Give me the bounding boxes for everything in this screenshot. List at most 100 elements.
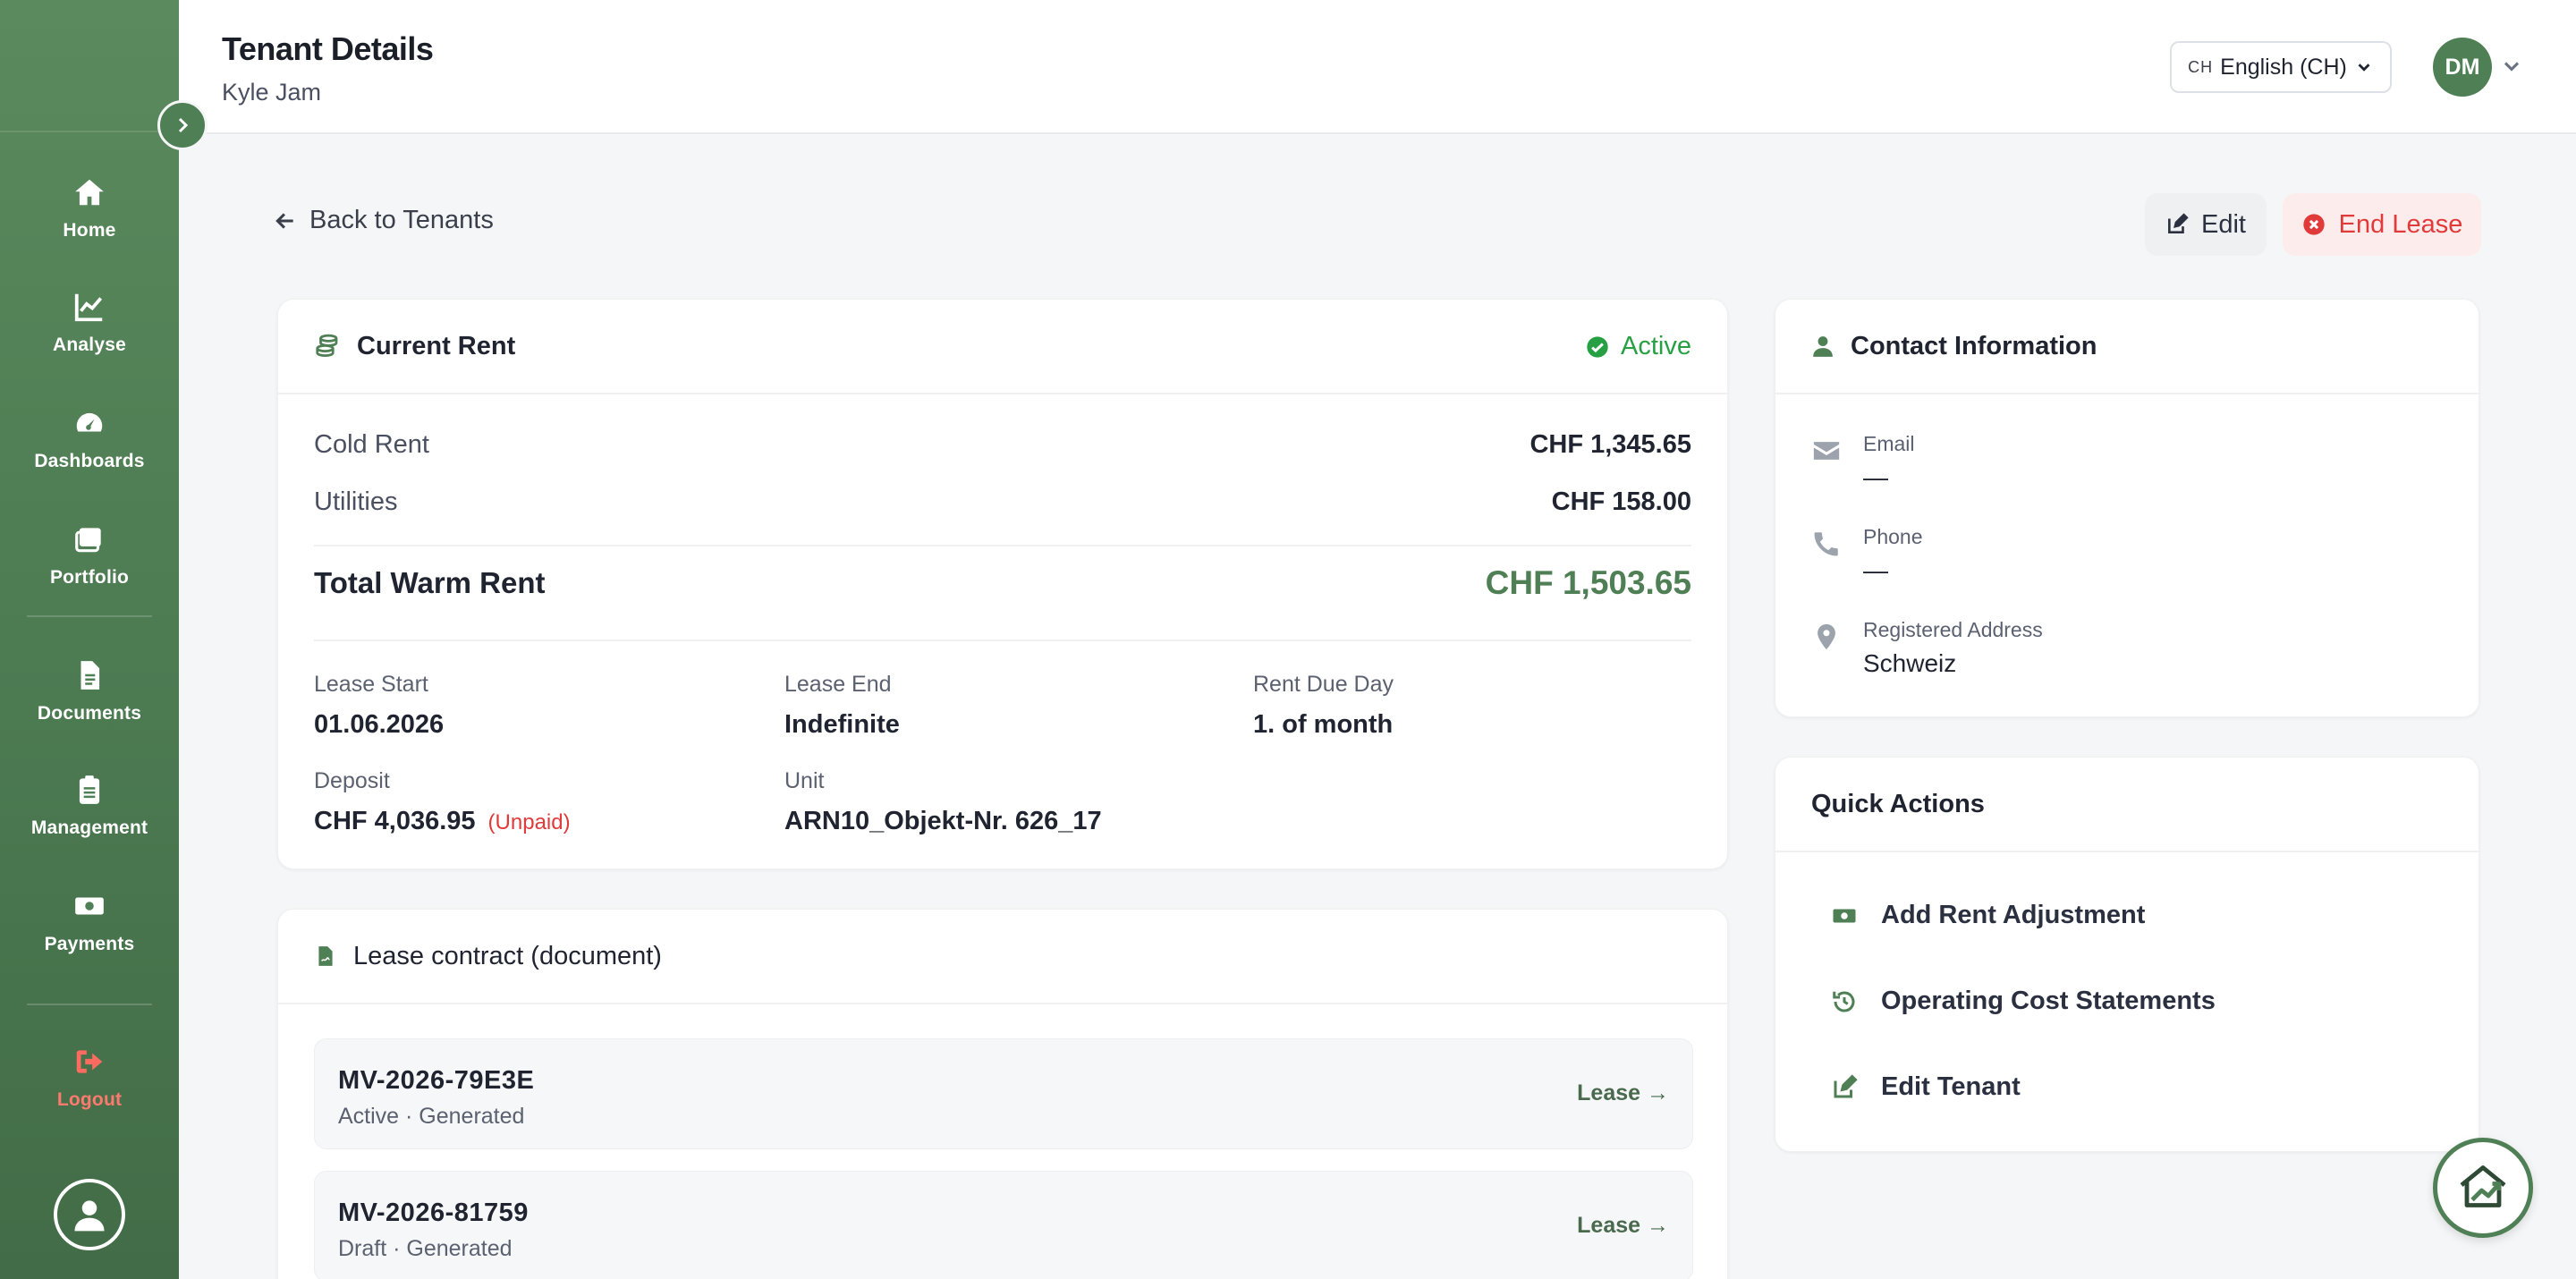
deposit-label: Deposit xyxy=(314,768,390,793)
action-label: Edit Tenant xyxy=(1881,1072,2021,1101)
envelope-icon xyxy=(1813,442,1840,460)
logout-icon xyxy=(76,1050,103,1073)
document-name: MV-2026-81759 xyxy=(338,1199,529,1227)
logout-label: Logout xyxy=(56,1089,123,1110)
deposit-field: Deposit CHF 4,036.95 (Unpaid) xyxy=(314,768,571,836)
portfolio-icon xyxy=(75,528,101,553)
email-row: Email — xyxy=(1811,432,1915,492)
page-title: Tenant Details xyxy=(222,30,434,67)
sidebar-toggle-button[interactable] xyxy=(157,100,208,150)
card-title: Lease contract (document) xyxy=(353,941,662,970)
sidebar-item-label: Documents xyxy=(37,703,142,724)
file-contract-icon xyxy=(318,946,333,966)
page-subtitle: Kyle Jam xyxy=(222,79,322,106)
sidebar-item-documents[interactable]: Documents xyxy=(0,642,179,741)
document-meta: Draft · Generated xyxy=(338,1236,513,1261)
operating-cost-statements-button[interactable]: Operating Cost Statements xyxy=(1831,987,2216,1016)
phone-value: — xyxy=(1863,556,1888,584)
edit-icon xyxy=(2168,213,2189,233)
list-item[interactable]: MV-2026-81759 Draft · Generated Lease → xyxy=(314,1171,1693,1279)
avatar[interactable]: DM xyxy=(2433,38,2492,97)
sidebar-item-payments[interactable]: Payments xyxy=(0,873,179,971)
utilities-row: Utilities CHF 158.00 xyxy=(314,487,1691,517)
address-label: Registered Address xyxy=(1863,618,2043,641)
action-label: Operating Cost Statements xyxy=(1881,987,2216,1015)
circle-x-icon xyxy=(2302,214,2325,235)
back-to-tenants-link[interactable]: Back to Tenants xyxy=(274,206,494,235)
utilities-label: Utilities xyxy=(314,487,398,516)
lease-start-field: Lease Start 01.06.2026 xyxy=(314,672,444,740)
total-warm-rent-label: Total Warm Rent xyxy=(314,566,546,599)
current-rent-card: Current Rent Active Cold Rent CHF 1,345.… xyxy=(277,299,1728,869)
card-title: Contact Information xyxy=(1851,331,2097,360)
card-header: Contact Information xyxy=(1775,300,2479,394)
cold-rent-value: CHF 1,345.65 xyxy=(1530,430,1691,459)
user-icon xyxy=(74,1200,105,1232)
house-chart-icon xyxy=(2460,1165,2506,1207)
home-icon xyxy=(75,179,104,206)
assistant-button[interactable] xyxy=(2433,1138,2533,1238)
money-icon xyxy=(75,897,104,915)
deposit-value: CHF 4,036.95 xyxy=(314,807,476,835)
rent-due-day-field: Rent Due Day 1. of month xyxy=(1253,672,1394,740)
edit-tenant-button[interactable]: Edit Tenant xyxy=(1831,1072,2021,1102)
utilities-value: CHF 158.00 xyxy=(1551,487,1691,516)
sidebar-item-dashboards[interactable]: Dashboards xyxy=(0,390,179,488)
cold-rent-label: Cold Rent xyxy=(314,430,429,459)
sidebar-logo-area xyxy=(0,0,179,132)
sidebar-divider xyxy=(27,1004,152,1005)
deposit-status-badge: (Unpaid) xyxy=(487,810,571,834)
card-header: Quick Actions xyxy=(1775,758,2479,852)
card-title: Current Rent xyxy=(357,331,516,360)
sidebar-item-analyse[interactable]: Analyse xyxy=(0,274,179,372)
open-lease-link[interactable]: Lease → xyxy=(1577,1213,1669,1239)
edit-icon xyxy=(1834,1073,1858,1097)
language-select[interactable]: CH English (CH) xyxy=(2170,41,2392,93)
lease-start-label: Lease Start xyxy=(314,672,428,697)
contact-information-card: Contact Information Email — Phone — Regist… xyxy=(1775,299,2479,717)
edit-button[interactable]: Edit xyxy=(2145,193,2267,256)
sidebar-item-label: Portfolio xyxy=(49,567,130,588)
lease-contract-card: Lease contract (document) MV-2026-79E3E … xyxy=(277,909,1728,1279)
sidebar: Home Analyse Dashboards Portfolio Docume… xyxy=(0,0,179,1279)
document-meta: Active · Generated xyxy=(338,1104,525,1129)
sidebar-item-label: Management xyxy=(30,817,148,838)
email-label: Email xyxy=(1863,432,1915,455)
profile-button[interactable] xyxy=(54,1179,125,1250)
unit-value: ARN10_Objekt-Nr. 626_17 xyxy=(784,807,1102,835)
sidebar-item-label: Payments xyxy=(44,934,135,954)
total-warm-rent-value: CHF 1,503.65 xyxy=(1485,564,1691,601)
history-icon xyxy=(1833,991,1855,1012)
language-code: CH xyxy=(2188,57,2214,76)
user-icon xyxy=(1813,336,1833,357)
quick-actions-card: Quick Actions Add Rent Adjustment Operat… xyxy=(1775,757,2479,1152)
address-row: Registered Address Schweiz xyxy=(1811,618,2043,678)
language-label: English (CH) xyxy=(2220,54,2347,80)
list-item[interactable]: MV-2026-79E3E Active · Generated Lease → xyxy=(314,1038,1693,1149)
sidebar-item-label: Home xyxy=(63,220,116,241)
address-value: Schweiz xyxy=(1863,649,1957,677)
rent-due-day-label: Rent Due Day xyxy=(1253,672,1394,697)
money-icon xyxy=(1833,909,1856,922)
sidebar-divider xyxy=(27,615,152,617)
edit-label: Edit xyxy=(2201,209,2246,239)
lease-end-field: Lease End Indefinite xyxy=(784,672,900,740)
open-lease-link[interactable]: Lease → xyxy=(1577,1080,1669,1106)
sidebar-item-home[interactable]: Home xyxy=(0,159,179,258)
sidebar-item-management[interactable]: Management xyxy=(0,757,179,855)
sidebar-item-portfolio[interactable]: Portfolio xyxy=(0,506,179,605)
email-value: — xyxy=(1863,463,1888,491)
phone-icon xyxy=(1814,532,1838,556)
unit-field: Unit ARN10_Objekt-Nr. 626_17 xyxy=(784,768,1102,836)
phone-row: Phone — xyxy=(1811,525,1923,585)
end-lease-label: End Lease xyxy=(2338,209,2463,239)
divider xyxy=(314,545,1691,546)
status-label: Active xyxy=(1621,332,1691,360)
chart-line-icon xyxy=(74,293,103,322)
status-badge: Active xyxy=(1585,332,1691,361)
action-label: Add Rent Adjustment xyxy=(1881,901,2146,929)
end-lease-button[interactable]: End Lease xyxy=(2283,193,2481,256)
chevron-down-icon[interactable] xyxy=(2499,54,2524,79)
add-rent-adjustment-button[interactable]: Add Rent Adjustment xyxy=(1831,901,2145,930)
logout-button[interactable]: Logout xyxy=(0,1029,179,1127)
